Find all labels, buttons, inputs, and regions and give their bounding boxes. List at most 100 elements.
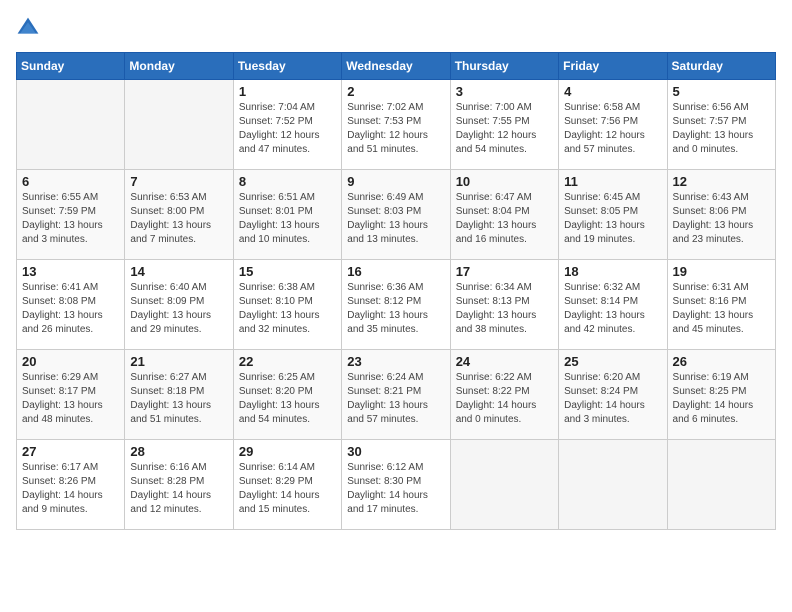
calendar-cell: 25 Sunrise: 6:20 AM Sunset: 8:24 PM Dayli… (559, 350, 667, 440)
calendar-cell: 7 Sunrise: 6:53 AM Sunset: 8:00 PM Daylig… (125, 170, 233, 260)
day-info: Sunrise: 6:45 AM Sunset: 8:05 PM Dayligh… (564, 191, 661, 247)
calendar-cell: 5 Sunrise: 6:56 AM Sunset: 7:57 PM Daylig… (667, 80, 775, 170)
day-info: Sunrise: 7:00 AM Sunset: 7:55 PM Dayligh… (456, 101, 553, 157)
day-number: 13 (22, 264, 119, 279)
calendar-header: SundayMondayTuesdayWednesdayThursdayFrid… (17, 53, 776, 80)
day-info: Sunrise: 6:27 AM Sunset: 8:18 PM Dayligh… (130, 371, 227, 427)
day-info: Sunrise: 6:43 AM Sunset: 8:06 PM Dayligh… (673, 191, 770, 247)
day-number: 7 (130, 174, 227, 189)
day-number: 9 (347, 174, 444, 189)
calendar-cell: 22 Sunrise: 6:25 AM Sunset: 8:20 PM Dayli… (233, 350, 341, 440)
calendar-cell: 21 Sunrise: 6:27 AM Sunset: 8:18 PM Dayli… (125, 350, 233, 440)
calendar-table: SundayMondayTuesdayWednesdayThursdayFrid… (16, 52, 776, 530)
day-number: 22 (239, 354, 336, 369)
day-info: Sunrise: 6:47 AM Sunset: 8:04 PM Dayligh… (456, 191, 553, 247)
week-row-3: 20 Sunrise: 6:29 AM Sunset: 8:17 PM Dayli… (17, 350, 776, 440)
day-number: 26 (673, 354, 770, 369)
day-info: Sunrise: 6:58 AM Sunset: 7:56 PM Dayligh… (564, 101, 661, 157)
day-info: Sunrise: 6:19 AM Sunset: 8:25 PM Dayligh… (673, 371, 770, 427)
day-info: Sunrise: 6:55 AM Sunset: 7:59 PM Dayligh… (22, 191, 119, 247)
day-info: Sunrise: 7:02 AM Sunset: 7:53 PM Dayligh… (347, 101, 444, 157)
week-row-2: 13 Sunrise: 6:41 AM Sunset: 8:08 PM Dayli… (17, 260, 776, 350)
weekday-wednesday: Wednesday (342, 53, 450, 80)
day-info: Sunrise: 6:20 AM Sunset: 8:24 PM Dayligh… (564, 371, 661, 427)
day-number: 23 (347, 354, 444, 369)
day-info: Sunrise: 6:56 AM Sunset: 7:57 PM Dayligh… (673, 101, 770, 157)
day-number: 18 (564, 264, 661, 279)
calendar-cell: 10 Sunrise: 6:47 AM Sunset: 8:04 PM Dayli… (450, 170, 558, 260)
day-info: Sunrise: 6:32 AM Sunset: 8:14 PM Dayligh… (564, 281, 661, 337)
calendar-cell: 3 Sunrise: 7:00 AM Sunset: 7:55 PM Daylig… (450, 80, 558, 170)
day-info: Sunrise: 6:25 AM Sunset: 8:20 PM Dayligh… (239, 371, 336, 427)
page-header (16, 16, 776, 40)
day-number: 25 (564, 354, 661, 369)
logo (16, 16, 44, 40)
day-info: Sunrise: 6:49 AM Sunset: 8:03 PM Dayligh… (347, 191, 444, 247)
calendar-cell: 19 Sunrise: 6:31 AM Sunset: 8:16 PM Dayli… (667, 260, 775, 350)
calendar-cell: 11 Sunrise: 6:45 AM Sunset: 8:05 PM Dayli… (559, 170, 667, 260)
weekday-sunday: Sunday (17, 53, 125, 80)
day-number: 21 (130, 354, 227, 369)
calendar-cell: 8Sunrise: 6:51 AM Sunset: 8:01 PM Daylig… (233, 170, 341, 260)
calendar-cell (667, 440, 775, 530)
calendar-cell: 15Sunrise: 6:38 AM Sunset: 8:10 PM Dayli… (233, 260, 341, 350)
day-info: Sunrise: 6:24 AM Sunset: 8:21 PM Dayligh… (347, 371, 444, 427)
calendar-cell: 4 Sunrise: 6:58 AM Sunset: 7:56 PM Daylig… (559, 80, 667, 170)
calendar-cell: 30 Sunrise: 6:12 AM Sunset: 8:30 PM Dayli… (342, 440, 450, 530)
day-info: Sunrise: 6:17 AM Sunset: 8:26 PM Dayligh… (22, 461, 119, 517)
day-info: Sunrise: 6:36 AM Sunset: 8:12 PM Dayligh… (347, 281, 444, 337)
day-info: Sunrise: 6:29 AM Sunset: 8:17 PM Dayligh… (22, 371, 119, 427)
day-number: 1 (239, 84, 336, 99)
calendar-cell: 6 Sunrise: 6:55 AM Sunset: 7:59 PM Daylig… (17, 170, 125, 260)
day-number: 11 (564, 174, 661, 189)
day-number: 27 (22, 444, 119, 459)
day-number: 20 (22, 354, 119, 369)
weekday-friday: Friday (559, 53, 667, 80)
weekday-thursday: Thursday (450, 53, 558, 80)
week-row-1: 6 Sunrise: 6:55 AM Sunset: 7:59 PM Daylig… (17, 170, 776, 260)
weekday-saturday: Saturday (667, 53, 775, 80)
calendar-cell (17, 80, 125, 170)
logo-icon (16, 16, 40, 40)
day-info: Sunrise: 6:22 AM Sunset: 8:22 PM Dayligh… (456, 371, 553, 427)
day-number: 10 (456, 174, 553, 189)
weekday-row: SundayMondayTuesdayWednesdayThursdayFrid… (17, 53, 776, 80)
day-number: 24 (456, 354, 553, 369)
calendar-cell: 27 Sunrise: 6:17 AM Sunset: 8:26 PM Dayli… (17, 440, 125, 530)
day-info: Sunrise: 6:53 AM Sunset: 8:00 PM Dayligh… (130, 191, 227, 247)
day-number: 6 (22, 174, 119, 189)
day-info: Sunrise: 6:12 AM Sunset: 8:30 PM Dayligh… (347, 461, 444, 517)
calendar-cell: 2 Sunrise: 7:02 AM Sunset: 7:53 PM Daylig… (342, 80, 450, 170)
day-info: Sunrise: 6:16 AM Sunset: 8:28 PM Dayligh… (130, 461, 227, 517)
day-number: 5 (673, 84, 770, 99)
calendar-cell (559, 440, 667, 530)
week-row-0: 1Sunrise: 7:04 AM Sunset: 7:52 PM Daylig… (17, 80, 776, 170)
calendar-cell: 18 Sunrise: 6:32 AM Sunset: 8:14 PM Dayli… (559, 260, 667, 350)
day-info: Sunrise: 6:31 AM Sunset: 8:16 PM Dayligh… (673, 281, 770, 337)
day-number: 17 (456, 264, 553, 279)
day-number: 12 (673, 174, 770, 189)
day-number: 8 (239, 174, 336, 189)
calendar-cell: 20 Sunrise: 6:29 AM Sunset: 8:17 PM Dayli… (17, 350, 125, 440)
calendar-cell (450, 440, 558, 530)
calendar-cell: 13 Sunrise: 6:41 AM Sunset: 8:08 PM Dayli… (17, 260, 125, 350)
day-number: 30 (347, 444, 444, 459)
day-info: Sunrise: 6:41 AM Sunset: 8:08 PM Dayligh… (22, 281, 119, 337)
calendar-cell: 9 Sunrise: 6:49 AM Sunset: 8:03 PM Daylig… (342, 170, 450, 260)
calendar-body: 1Sunrise: 7:04 AM Sunset: 7:52 PM Daylig… (17, 80, 776, 530)
calendar-cell: 12 Sunrise: 6:43 AM Sunset: 8:06 PM Dayli… (667, 170, 775, 260)
day-number: 15 (239, 264, 336, 279)
day-number: 19 (673, 264, 770, 279)
day-info: Sunrise: 6:14 AM Sunset: 8:29 PM Dayligh… (239, 461, 336, 517)
day-number: 4 (564, 84, 661, 99)
day-number: 3 (456, 84, 553, 99)
calendar-cell: 16Sunrise: 6:36 AM Sunset: 8:12 PM Dayli… (342, 260, 450, 350)
weekday-monday: Monday (125, 53, 233, 80)
calendar-cell: 14Sunrise: 6:40 AM Sunset: 8:09 PM Dayli… (125, 260, 233, 350)
day-number: 2 (347, 84, 444, 99)
weekday-tuesday: Tuesday (233, 53, 341, 80)
calendar-cell: 17Sunrise: 6:34 AM Sunset: 8:13 PM Dayli… (450, 260, 558, 350)
day-number: 28 (130, 444, 227, 459)
day-number: 14 (130, 264, 227, 279)
calendar-cell: 1Sunrise: 7:04 AM Sunset: 7:52 PM Daylig… (233, 80, 341, 170)
